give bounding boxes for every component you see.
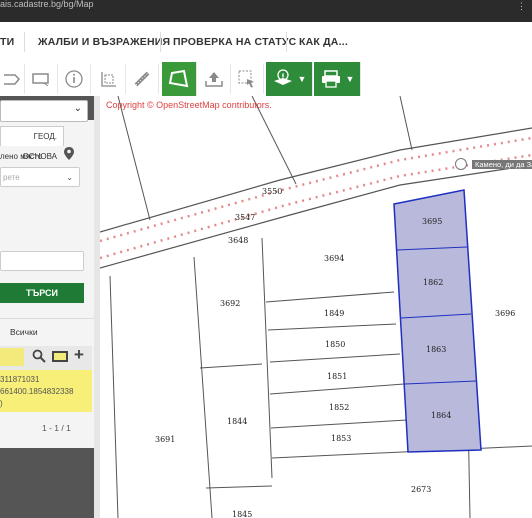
result-tail: ) (0, 399, 3, 408)
nav-item-complaints[interactable]: ЖАЛБИ И ВЪЗРАЖЕНИЯ (38, 22, 170, 62)
parcel-number-label[interactable]: 1845 (232, 510, 252, 518)
browser-bar: ais.cadastre.bg/bg/Map ⋮ (0, 0, 532, 22)
parcel-number-label[interactable]: 2673 (411, 485, 431, 494)
ruler-icon[interactable] (126, 64, 159, 94)
print-icon[interactable]: ▼ (314, 62, 361, 96)
parcel-number-label[interactable]: 1850 (325, 340, 345, 349)
chevron-down-icon: ⌄ (73, 103, 82, 114)
zoom-to-icon[interactable] (32, 349, 46, 366)
measure-area-icon[interactable] (93, 64, 126, 94)
parcel-number-label[interactable]: 1844 (227, 417, 247, 426)
polygon-select-icon[interactable] (162, 62, 197, 96)
parcel-number-label[interactable]: 1852 (329, 403, 349, 412)
panel-footer (0, 448, 94, 518)
parcel-number-label[interactable]: 3694 (324, 254, 344, 263)
url-bar[interactable]: ais.cadastre.bg/bg/Map (0, 0, 94, 9)
parcel-number-label[interactable]: 3695 (422, 217, 442, 226)
parcel-number-label[interactable]: 1864 (431, 411, 451, 420)
polygon-tool-icon[interactable] (0, 64, 25, 94)
result-highlight (0, 348, 24, 366)
parcel-number-label[interactable]: 3648 (228, 236, 248, 245)
road-marker-icon (455, 158, 467, 170)
parcel-number-label[interactable]: 3691 (155, 435, 175, 444)
parcel-number-label[interactable]: 1862 (423, 278, 443, 287)
select-tool-icon[interactable] (231, 64, 264, 94)
map-toolbar: ▼ ▼ (0, 62, 532, 97)
dropdown-placeholder: рете (3, 173, 20, 182)
all-filter-label[interactable]: Всички (10, 327, 38, 337)
result-id: 311871031 (0, 375, 40, 384)
parcel-number-label[interactable]: 3692 (220, 299, 240, 308)
parcel-number-label[interactable]: 1849 (324, 309, 344, 318)
layers-info-icon[interactable]: ▼ (266, 62, 313, 96)
parcel-number-label[interactable]: 1853 (331, 434, 351, 443)
info-icon[interactable] (58, 64, 91, 94)
select-on-map-icon[interactable] (52, 351, 68, 362)
nav-divider (24, 32, 25, 52)
map-copyright[interactable]: Copyright © OpenStreetMap contributors. (106, 100, 272, 110)
pagination: 1 - 1 / 1 (42, 423, 71, 433)
search-input[interactable] (0, 251, 84, 271)
parcel-number-label[interactable]: 3696 (495, 309, 515, 318)
nav-divider (160, 32, 161, 52)
search-button[interactable]: ТЪРСИ (0, 283, 84, 303)
nav-item-status-check[interactable]: ПРОВЕРКА НА СТАТУС (173, 22, 296, 62)
map-canvas: 3550 3547 3648 3694 3695 1862 1863 1864 … (100, 96, 532, 518)
search-result-item[interactable]: 311871031 661400.1854832338 ) (0, 370, 92, 412)
location-dropdown[interactable]: рете ⌄ (0, 167, 80, 187)
nav-item-how-to[interactable]: КАК ДА... (299, 22, 348, 62)
chevron-down-icon: ⌄ (66, 173, 73, 182)
add-icon[interactable]: + (74, 345, 84, 365)
result-coords: 661400.1854832338 (0, 387, 74, 396)
location-label: лено място (0, 152, 43, 161)
nav-item-services[interactable]: ТИ (0, 22, 14, 62)
search-type-select[interactable]: ⌄ (0, 100, 88, 122)
upload-icon[interactable] (198, 64, 231, 94)
cadastral-map[interactable]: 3550 3547 3648 3694 3695 1862 1863 1864 … (100, 96, 532, 518)
nav-divider (286, 32, 287, 52)
browser-menu-icon[interactable]: ⋮ (517, 1, 526, 12)
parcel-number-label[interactable]: 1851 (327, 372, 347, 381)
map-pin-icon[interactable] (64, 147, 74, 163)
parcel-number-label[interactable]: 1863 (426, 345, 446, 354)
top-navigation: ТИ ЖАЛБИ И ВЪЗРАЖЕНИЯ ПРОВЕРКА НА СТАТУС… (0, 22, 532, 63)
tab-geod-osnova[interactable]: ГЕОД. ОСНОВА (0, 126, 64, 161)
road-name-label: Камено, ди да За (472, 160, 532, 169)
parcel-number-label[interactable]: 3547 (235, 213, 255, 222)
parcel-number-label[interactable]: 3550 (262, 187, 282, 196)
panel-divider (0, 318, 94, 319)
rectangle-select-icon[interactable] (25, 64, 58, 94)
